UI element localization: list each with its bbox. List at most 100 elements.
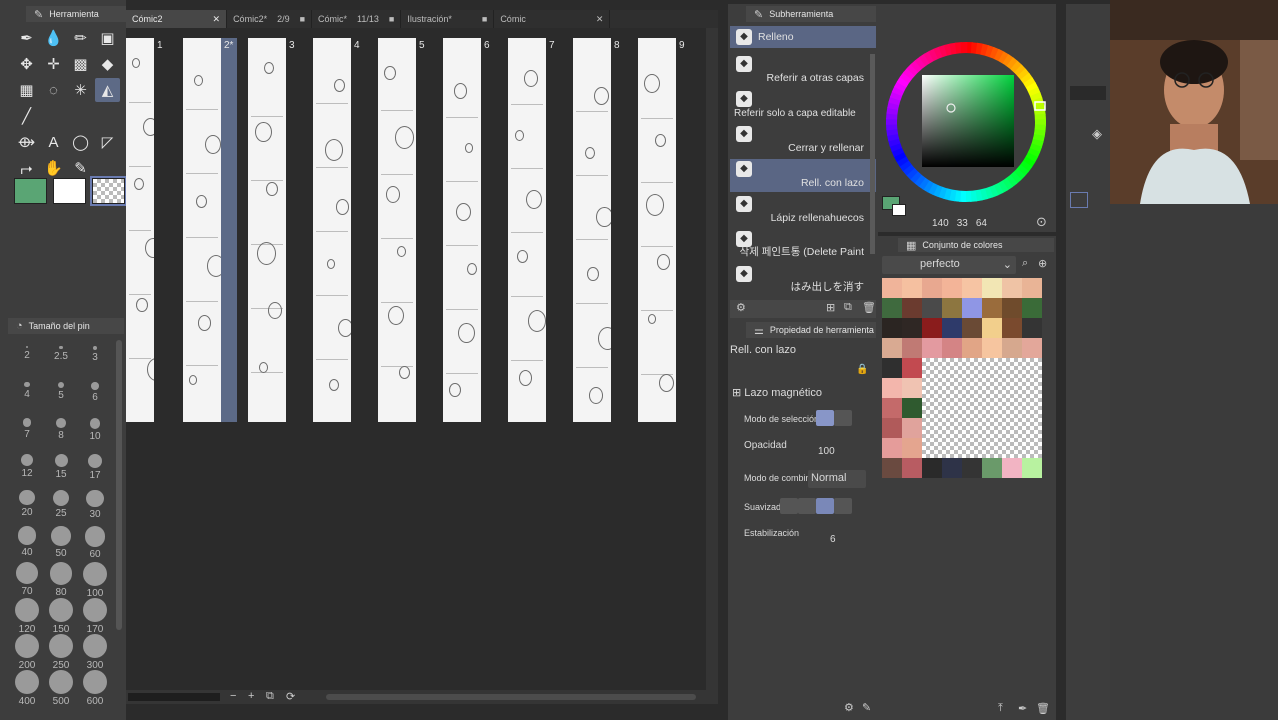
subtool-group-relleno[interactable]: ◆ Relleno <box>730 26 876 48</box>
tool-settings-icon[interactable]: ✎ <box>862 701 871 714</box>
palette-color[interactable] <box>962 318 982 338</box>
sub-color-swatch[interactable] <box>53 178 86 204</box>
zoom-slider[interactable] <box>128 693 220 701</box>
brush-size-7[interactable]: 7 <box>10 418 44 440</box>
delete-icon[interactable]: 🗑 <box>1036 702 1050 715</box>
tab-comic2[interactable]: Cómic2 ✕ <box>126 10 228 28</box>
palette-color[interactable] <box>1022 458 1042 478</box>
page-manager-canvas[interactable]: 1 2* 3 4 5 6 7 8 9 <box>126 28 706 692</box>
palette-color[interactable] <box>902 458 922 478</box>
palette-color[interactable] <box>1002 458 1022 478</box>
tab-comic[interactable]: Cómic ✕ <box>494 10 611 28</box>
palette-color[interactable] <box>882 318 902 338</box>
close-icon[interactable]: ■ <box>482 14 487 24</box>
opacity-value[interactable]: 100 <box>818 446 858 457</box>
palette-color[interactable] <box>902 298 922 318</box>
pen-icon[interactable]: ✒ <box>14 26 39 50</box>
selection-mode-control[interactable] <box>816 410 866 430</box>
brush-size-12[interactable]: 12 <box>10 454 44 479</box>
tab-comic-star[interactable]: Cómic* 11/13 ■ <box>312 10 402 28</box>
brush-size-6[interactable]: 6 <box>78 382 112 403</box>
brush-size-170[interactable]: 170 <box>78 598 112 635</box>
main-color-swatch[interactable] <box>14 178 47 204</box>
palette-color[interactable] <box>882 418 902 438</box>
brush-size-70[interactable]: 70 <box>10 562 44 597</box>
copy-icon[interactable]: ⧉ <box>844 301 852 314</box>
brush-size-25[interactable]: 25 <box>44 490 78 519</box>
layer-item-icon[interactable] <box>1070 192 1088 208</box>
palette-color[interactable] <box>1002 278 1022 298</box>
subtool-item[interactable]: ◆ Referir a otras capas <box>730 54 876 87</box>
palette-color[interactable] <box>982 298 1002 318</box>
page-thumbnail[interactable] <box>638 38 676 422</box>
palette-color[interactable] <box>982 338 1002 358</box>
palette-color[interactable] <box>882 298 902 318</box>
palette-color[interactable] <box>942 338 962 358</box>
rectangle-icon[interactable]: ▩ <box>68 52 93 76</box>
close-icon[interactable]: ✕ <box>596 14 604 25</box>
palette-color[interactable] <box>902 338 922 358</box>
palette-color[interactable] <box>982 318 1002 338</box>
palette-color[interactable] <box>902 438 922 458</box>
search-icon[interactable]: ⌕ <box>1022 257 1028 270</box>
palette-color[interactable] <box>902 358 922 378</box>
brush-size-15[interactable]: 15 <box>44 454 78 480</box>
eyedropper-icon[interactable]: ✒ <box>1018 702 1027 715</box>
page-thumbnail[interactable] <box>313 38 351 422</box>
layers-icon[interactable]: ◈ <box>1092 126 1102 142</box>
palette-color[interactable] <box>882 278 902 298</box>
subtool-item[interactable]: ◆ 삭제 페인트통 (Delete Paint <box>730 229 876 262</box>
eraser-icon[interactable]: ◆ <box>95 52 120 76</box>
brush-size-40[interactable]: 40 <box>10 526 44 558</box>
brush-size-400[interactable]: 400 <box>10 670 44 707</box>
palette-color[interactable] <box>922 458 942 478</box>
palette-color[interactable] <box>1022 338 1042 358</box>
palette-color[interactable] <box>942 298 962 318</box>
rotate-icon[interactable]: ⟳ <box>286 690 295 703</box>
palette-color[interactable] <box>922 318 942 338</box>
brush-size-250[interactable]: 250 <box>44 634 78 671</box>
palette-color[interactable] <box>1002 338 1022 358</box>
stabilization-value[interactable]: 6 <box>830 534 860 545</box>
brush-size-200[interactable]: 200 <box>10 634 44 671</box>
subtool-item[interactable]: ◆ はみ出しを消す <box>730 264 876 297</box>
page-thumbnail[interactable] <box>508 38 546 422</box>
transform-icon[interactable]: ⟴ <box>14 130 39 154</box>
palette-color[interactable] <box>942 278 962 298</box>
add-icon[interactable]: ⊞ <box>826 301 835 314</box>
palette-color[interactable] <box>902 318 922 338</box>
palette-color[interactable] <box>1002 318 1022 338</box>
subtool-item[interactable]: ◆ Rell. con lazo <box>730 159 876 192</box>
palette-color[interactable] <box>1022 278 1042 298</box>
lasso-mode-row[interactable]: ⊞ Lazo magnético <box>732 386 868 399</box>
subtool-item[interactable]: ◆ Lápiz rellenahuecos <box>730 194 876 227</box>
fit-icon[interactable]: ⧉ <box>266 690 274 703</box>
fill-icon[interactable]: ◭ <box>95 78 120 102</box>
page-thumbnail[interactable] <box>248 38 286 422</box>
brush-size-80[interactable]: 80 <box>44 562 78 598</box>
palette-color[interactable] <box>882 338 902 358</box>
palette-color[interactable] <box>902 278 922 298</box>
palette-color[interactable] <box>902 398 922 418</box>
palette-color[interactable] <box>902 378 922 398</box>
subtool-item[interactable]: ◆ Referir solo a capa editable <box>730 89 876 122</box>
palette-color[interactable] <box>882 458 902 478</box>
wrench-icon[interactable]: ⚙ <box>844 701 854 714</box>
brush-size-300[interactable]: 300 <box>78 634 112 671</box>
palette-color[interactable] <box>882 378 902 398</box>
pencil-icon[interactable]: ✏ <box>68 26 93 50</box>
subtool-scrollbar[interactable] <box>870 54 875 254</box>
lasso-icon[interactable]: ◌ <box>41 78 66 102</box>
brush-size-500[interactable]: 500 <box>44 670 78 707</box>
brush-size-600[interactable]: 600 <box>78 670 112 707</box>
ruler-icon[interactable]: ◸ <box>95 130 120 154</box>
brush-size-4[interactable]: 4 <box>10 382 44 400</box>
palette-color[interactable] <box>942 318 962 338</box>
move-icon[interactable]: ✛ <box>41 52 66 76</box>
brush-size-5[interactable]: 5 <box>44 382 78 401</box>
hand-icon[interactable]: ✋ <box>41 156 66 180</box>
palette-color[interactable] <box>962 298 982 318</box>
delete-icon[interactable]: 🗑 <box>862 301 876 314</box>
text-icon[interactable]: A <box>41 130 66 154</box>
brush-size-2.5[interactable]: 2.5 <box>44 346 78 362</box>
